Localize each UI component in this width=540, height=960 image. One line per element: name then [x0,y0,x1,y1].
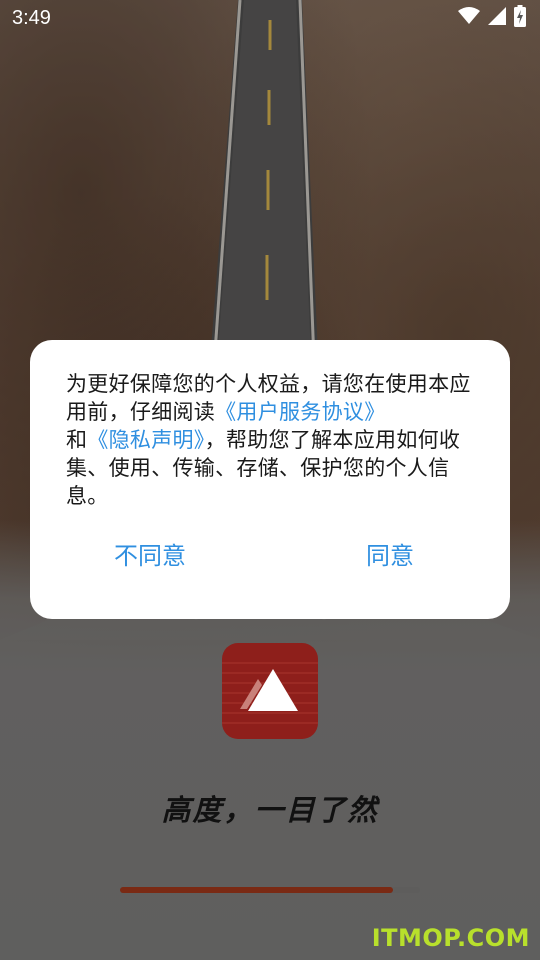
app-logo [222,643,318,739]
loading-progress-fill [120,887,393,893]
triangle-logo-icon [222,662,318,724]
dialog-message: 为更好保障您的个人权益，请您在使用本应用前，仔细阅读《用户服务协议》 和《隐私声明… [66,370,474,510]
battery-charging-icon [514,5,526,31]
status-bar: 3:49 [0,0,540,36]
status-icons [458,5,526,31]
cellular-signal-icon [488,7,506,29]
disagree-button[interactable]: 不同意 [30,536,270,571]
status-time: 3:49 [12,6,51,29]
wifi-icon [458,7,480,29]
watermark: ITMOP.COM [371,924,530,952]
user-agreement-link[interactable]: 《用户服务协议》 [215,400,385,424]
privacy-statement-link[interactable]: 《隐私声明》 [87,428,204,452]
agree-button[interactable]: 同意 [270,536,510,571]
dialog-actions: 不同意 同意 [30,536,510,571]
loading-progress-bar [120,887,420,893]
app-slogan: 高度，一目了然 [161,793,379,827]
dialog-text-part2: 和 [66,428,88,452]
privacy-consent-dialog: 为更好保障您的个人权益，请您在使用本应用前，仔细阅读《用户服务协议》 和《隐私声明… [30,340,510,619]
